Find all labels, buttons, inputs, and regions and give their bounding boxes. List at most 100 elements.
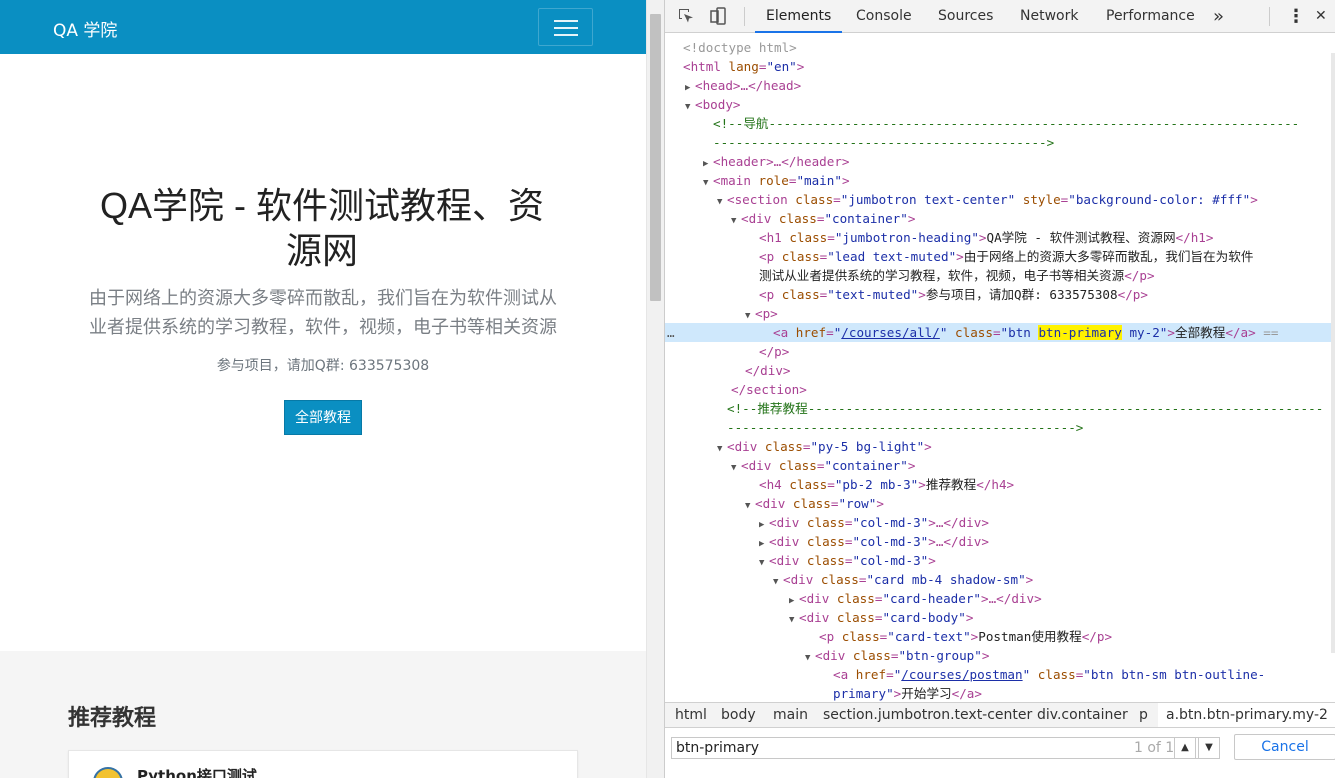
dom-line[interactable]: ▶ <div class="card-header">…</div> bbox=[665, 589, 1331, 608]
course-card-title: Python接口测试 bbox=[137, 767, 257, 778]
dom-attr-value: "jumbotron text-center" bbox=[840, 192, 1016, 207]
collapse-triangle-icon[interactable]: ▼ bbox=[773, 573, 783, 589]
search-previous-button[interactable]: ▲ bbox=[1174, 737, 1196, 759]
search-input[interactable] bbox=[676, 738, 1116, 758]
expand-triangle-icon[interactable]: ▶ bbox=[759, 535, 769, 551]
collapse-triangle-icon[interactable]: ▼ bbox=[805, 649, 815, 665]
dom-line[interactable]: ▼ <p> bbox=[665, 304, 1331, 323]
collapse-triangle-icon[interactable]: ▼ bbox=[731, 459, 741, 475]
dom-line[interactable]: ▼ <section class="jumbotron text-center" … bbox=[665, 190, 1331, 209]
dom-line[interactable]: <p class="lead text-muted">由于网络上的资源大多零碎而… bbox=[665, 247, 1331, 266]
dom-line[interactable]: ▼ <div class="col-md-3"> bbox=[665, 551, 1331, 570]
dom-line[interactable]: </div> bbox=[665, 361, 1331, 380]
dom-line[interactable]: ▼ <body> bbox=[665, 95, 1331, 114]
breadcrumb-html[interactable]: html bbox=[675, 707, 707, 723]
dom-line[interactable]: ----------------------------------------… bbox=[665, 418, 1331, 437]
search-next-button[interactable]: ▼ bbox=[1198, 737, 1220, 759]
course-card[interactable]: Python接口测试 bbox=[68, 750, 578, 778]
more-options-icon[interactable]: … bbox=[667, 323, 773, 342]
dom-line[interactable]: ▼ <div class="py-5 bg-light"> bbox=[665, 437, 1331, 456]
lead-line2: 业者提供系统的学习教程，软件，视频，电子书等相关资源 bbox=[89, 317, 557, 338]
dom-attr-value: "card mb-4 shadow-sm" bbox=[866, 572, 1026, 587]
tab-elements[interactable]: Elements bbox=[766, 0, 831, 33]
dom-line[interactable]: 测试从业者提供系统的学习教程，软件，视频，电子书等相关资源</p> bbox=[665, 266, 1331, 285]
breadcrumb-p[interactable]: p bbox=[1139, 707, 1148, 723]
page-scrollbar-thumb[interactable] bbox=[650, 14, 661, 301]
collapse-triangle-icon[interactable]: ▼ bbox=[703, 174, 713, 190]
collapse-triangle-icon[interactable]: ▼ bbox=[789, 611, 799, 627]
breadcrumb-body[interactable]: body bbox=[721, 707, 756, 723]
dom-attr-link[interactable]: /courses/all/ bbox=[841, 325, 940, 340]
dom-line[interactable]: <h4 class="pb-2 mb-3">推荐教程</h4> bbox=[665, 475, 1331, 494]
dom-attr-name: lang bbox=[720, 59, 759, 74]
dom-line[interactable]: ▼ <div class="container"> bbox=[665, 209, 1331, 228]
more-tabs-icon[interactable]: » bbox=[1213, 0, 1224, 33]
page-scrollbar[interactable] bbox=[646, 0, 664, 778]
expand-triangle-icon[interactable]: ▶ bbox=[685, 79, 695, 95]
dom-line[interactable]: primary">开始学习</a> bbox=[665, 684, 1331, 702]
dom-line[interactable]: ▶ <div class="col-md-3">…</div> bbox=[665, 513, 1331, 532]
search-cancel-button[interactable]: Cancel bbox=[1234, 734, 1335, 760]
collapse-triangle-icon[interactable]: ▼ bbox=[731, 212, 741, 228]
dom-line[interactable]: ▼ <div class="card-body"> bbox=[665, 608, 1331, 627]
dom-tag: > bbox=[796, 59, 805, 74]
breadcrumb-main[interactable]: main bbox=[773, 707, 808, 723]
collapse-triangle-icon[interactable]: ▼ bbox=[745, 497, 755, 513]
expand-triangle-icon[interactable]: ▶ bbox=[703, 155, 713, 171]
dom-line[interactable]: ▼ <div class="container"> bbox=[665, 456, 1331, 475]
dom-text: <!doctype html> bbox=[683, 40, 797, 55]
kebab-menu-icon[interactable]: ⋮ bbox=[1287, 0, 1305, 33]
all-courses-button[interactable]: 全部教程 bbox=[284, 400, 362, 435]
collapse-triangle-icon[interactable]: ▼ bbox=[717, 193, 727, 209]
dom-line[interactable]: <!--导航----------------------------------… bbox=[665, 114, 1331, 133]
dom-tag: > bbox=[978, 230, 987, 245]
dom-line[interactable]: <h1 class="jumbotron-heading">QA学院 - 软件测… bbox=[665, 228, 1331, 247]
dom-attr-name: class bbox=[1030, 667, 1076, 682]
dom-line[interactable]: <p class="card-text">Postman使用教程</p> bbox=[665, 627, 1331, 646]
dom-line[interactable]: ▶ <div class="col-md-3">…</div> bbox=[665, 532, 1331, 551]
dom-line-selected[interactable]: … <a href="/courses/all/" class="btn btn-… bbox=[665, 323, 1331, 342]
breadcrumb-div-container[interactable]: div.container bbox=[1037, 707, 1128, 723]
breadcrumb-a-selected[interactable]: a.btn.btn-primary.my-2 bbox=[1158, 703, 1335, 727]
device-toolbar-icon[interactable] bbox=[708, 7, 728, 27]
dom-attr-link[interactable]: /courses/postman bbox=[901, 667, 1022, 682]
collapse-triangle-icon[interactable]: ▼ bbox=[685, 98, 695, 114]
dom-line[interactable]: ----------------------------------------… bbox=[665, 133, 1331, 152]
dom-line[interactable]: <a href="/courses/postman" class="btn bt… bbox=[665, 665, 1331, 684]
dom-line[interactable]: ▼ <div class="btn-group"> bbox=[665, 646, 1331, 665]
dom-line[interactable]: ▼ <div class="row"> bbox=[665, 494, 1331, 513]
navbar-toggler-button[interactable] bbox=[538, 8, 593, 46]
tab-console[interactable]: Console bbox=[856, 0, 912, 33]
tab-network[interactable]: Network bbox=[1020, 0, 1078, 33]
collapse-triangle-icon[interactable]: ▼ bbox=[745, 307, 755, 323]
dom-line[interactable]: <p class="text-muted">参与项目，请加Q群: 6335753… bbox=[665, 285, 1331, 304]
close-icon[interactable]: ✕ bbox=[1315, 0, 1327, 33]
dom-line[interactable]: <!--推荐教程--------------------------------… bbox=[665, 399, 1331, 418]
dom-line[interactable]: <!doctype html> bbox=[665, 38, 1331, 57]
dom-attr-name: class bbox=[774, 249, 820, 264]
navbar-brand[interactable]: QA 学院 bbox=[53, 16, 117, 41]
expand-triangle-icon[interactable]: ▶ bbox=[759, 516, 769, 532]
dom-scrollbar[interactable] bbox=[1331, 53, 1335, 653]
dom-tag: <p bbox=[759, 287, 775, 302]
tab-performance[interactable]: Performance bbox=[1106, 0, 1195, 33]
dom-tag: > bbox=[918, 287, 926, 302]
dom-attr-value: "py-5 bg-light" bbox=[810, 439, 925, 454]
collapse-triangle-icon[interactable]: ▼ bbox=[717, 440, 727, 456]
dom-tag: <p> bbox=[755, 306, 778, 321]
breadcrumb-section[interactable]: section.jumbotron.text-center bbox=[823, 707, 1032, 723]
dom-attr-value: "en" bbox=[766, 59, 797, 74]
dom-line[interactable]: <html lang="en"> bbox=[665, 57, 1331, 76]
dom-tag: <section bbox=[727, 192, 788, 207]
tab-sources[interactable]: Sources bbox=[938, 0, 993, 33]
dom-line[interactable]: </p> bbox=[665, 342, 1331, 361]
collapse-triangle-icon[interactable]: ▼ bbox=[759, 554, 769, 570]
dom-line[interactable]: ▶ <head>…</head> bbox=[665, 76, 1331, 95]
dom-line[interactable]: ▶ <header>…</header> bbox=[665, 152, 1331, 171]
search-bar: 1 of 1 ▲ ▼ Cancel bbox=[665, 727, 1335, 778]
dom-line[interactable]: ▼ <main role="main"> bbox=[665, 171, 1331, 190]
inspect-element-icon[interactable] bbox=[676, 7, 696, 27]
expand-triangle-icon[interactable]: ▶ bbox=[789, 592, 799, 608]
dom-line[interactable]: </section> bbox=[665, 380, 1331, 399]
dom-line[interactable]: ▼ <div class="card mb-4 shadow-sm"> bbox=[665, 570, 1331, 589]
